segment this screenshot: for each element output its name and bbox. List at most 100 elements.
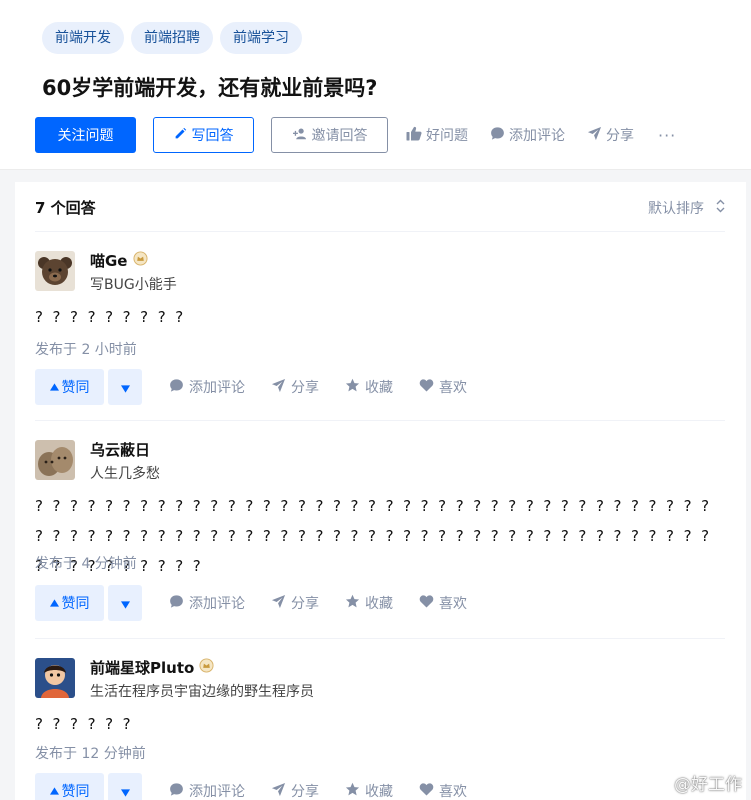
- author-name-text: 喵Ge: [90, 252, 128, 270]
- comment-button[interactable]: 添加评论: [169, 781, 245, 800]
- collect-label: 收藏: [365, 596, 393, 612]
- answer-content: ? ? ? ? ? ?: [35, 715, 134, 733]
- invite-answer-label: 邀请回答: [311, 128, 368, 144]
- sort-label: 默认排序: [648, 201, 704, 217]
- sort-arrows-icon: [716, 199, 725, 217]
- like-button[interactable]: 喜欢: [419, 377, 467, 397]
- star-icon: [345, 782, 360, 800]
- share-button[interactable]: 分享: [271, 593, 319, 613]
- like-label: 喜欢: [439, 596, 467, 612]
- share-button[interactable]: 分享: [587, 125, 634, 145]
- upvote-label: 赞同: [61, 784, 90, 800]
- upvote-button[interactable]: 赞同: [35, 585, 104, 621]
- add-comment-button[interactable]: 添加评论: [490, 125, 565, 145]
- triangle-up-icon: [49, 379, 59, 395]
- question-actions: 关注问题 写回答 邀请回答 好问题 添加评论 分享 ···: [35, 117, 676, 153]
- good-question-button[interactable]: 好问题: [406, 125, 468, 145]
- paper-plane-icon: [271, 782, 286, 800]
- answer-actions: 赞同 添加评论 分享 收藏 喜欢: [35, 773, 467, 800]
- avatar[interactable]: [35, 251, 75, 291]
- add-user-icon: [292, 127, 307, 144]
- author-name[interactable]: 喵Ge: [90, 250, 148, 271]
- share-label: 分享: [606, 128, 634, 144]
- write-answer-button[interactable]: 写回答: [153, 117, 254, 153]
- answer-content: ? ? ? ? ? ? ? ? ?: [35, 308, 186, 326]
- upvote-button[interactable]: 赞同: [35, 369, 104, 405]
- answers-header: 7 个回答 默认排序: [35, 182, 725, 232]
- share-label: 分享: [291, 784, 319, 800]
- weibo-icon: [646, 771, 670, 795]
- write-answer-label: 写回答: [191, 128, 234, 144]
- pencil-icon: [174, 127, 187, 144]
- badge-icon: [199, 658, 214, 677]
- good-question-label: 好问题: [426, 128, 468, 144]
- like-label: 喜欢: [439, 380, 467, 396]
- comment-label: 添加评论: [189, 380, 245, 396]
- question-title[interactable]: 60岁学前端开发，还有就业前景吗?: [42, 72, 377, 102]
- badge-icon: [132, 251, 148, 270]
- upvote-label: 赞同: [61, 596, 90, 612]
- follow-question-label: 关注问题: [57, 128, 114, 144]
- answer-item: 前端星球Pluto 生活在程序员宇宙边缘的野生程序员 ? ? ? ? ? ? 发…: [35, 640, 725, 800]
- share-button[interactable]: 分享: [271, 781, 319, 800]
- share-button[interactable]: 分享: [271, 377, 319, 397]
- author-bio: 人生几多愁: [90, 466, 160, 482]
- follow-question-button[interactable]: 关注问题: [35, 117, 136, 153]
- star-icon: [345, 378, 360, 397]
- invite-answer-button[interactable]: 邀请回答: [271, 117, 388, 153]
- thumbs-up-icon: [406, 126, 422, 145]
- heart-icon: [419, 782, 434, 800]
- comment-button[interactable]: 添加评论: [169, 377, 245, 397]
- author-bio: 生活在程序员宇宙边缘的野生程序员: [90, 684, 314, 700]
- paper-plane-icon: [587, 126, 602, 145]
- topic-tag[interactable]: 前端招聘: [131, 22, 213, 54]
- downvote-button[interactable]: [108, 585, 142, 621]
- comment-icon: [490, 126, 505, 145]
- like-button[interactable]: 喜欢: [419, 593, 467, 613]
- watermark-text: @好工作: [674, 775, 742, 795]
- share-label: 分享: [291, 596, 319, 612]
- downvote-button[interactable]: [108, 773, 142, 800]
- collect-label: 收藏: [365, 784, 393, 800]
- paper-plane-icon: [271, 594, 286, 613]
- collect-button[interactable]: 收藏: [345, 593, 393, 613]
- answer-actions: 赞同 添加评论 分享 收藏 喜欢: [35, 369, 467, 405]
- comment-icon: [169, 378, 184, 397]
- triangle-up-icon: [49, 783, 59, 799]
- avatar[interactable]: [35, 440, 75, 480]
- answer-actions: 赞同 添加评论 分享 收藏 喜欢: [35, 585, 467, 621]
- add-comment-label: 添加评论: [509, 128, 565, 144]
- heart-icon: [419, 594, 434, 612]
- more-icon[interactable]: ···: [658, 126, 676, 145]
- downvote-button[interactable]: [108, 369, 142, 405]
- watermark: @好工作: [646, 770, 742, 795]
- triangle-down-icon: [120, 594, 130, 613]
- answer-item: 乌云蔽日 人生几多愁 ? ? ? ? ? ? ? ? ? ? ? ? ? ? ?…: [35, 422, 725, 639]
- author-bio: 写BUG小能手: [90, 277, 177, 293]
- comment-icon: [169, 594, 184, 613]
- sort-dropdown[interactable]: 默认排序: [648, 198, 725, 218]
- answer-time[interactable]: 发布于 12 分钟前: [35, 743, 146, 763]
- triangle-down-icon: [120, 378, 130, 397]
- avatar[interactable]: [35, 658, 75, 698]
- topic-tag[interactable]: 前端学习: [220, 22, 302, 54]
- collect-button[interactable]: 收藏: [345, 377, 393, 397]
- author-name[interactable]: 前端星球Pluto: [90, 657, 214, 678]
- triangle-down-icon: [120, 782, 130, 800]
- collect-button[interactable]: 收藏: [345, 781, 393, 800]
- answer-time[interactable]: 发布于 4 分钟前: [35, 553, 137, 573]
- author-name[interactable]: 乌云蔽日: [90, 439, 150, 460]
- author-name-text: 前端星球Pluto: [90, 659, 195, 677]
- like-button[interactable]: 喜欢: [419, 781, 467, 800]
- answer-content: ? ? ? ? ? ? ? ? ? ? ? ? ? ? ? ? ? ? ? ? …: [35, 497, 719, 575]
- topic-list: 前端开发 前端招聘 前端学习: [42, 22, 302, 54]
- question-card: 前端开发 前端招聘 前端学习 60岁学前端开发，还有就业前景吗? 关注问题 写回…: [0, 0, 751, 170]
- comment-label: 添加评论: [189, 784, 245, 800]
- author-name-text: 乌云蔽日: [90, 441, 151, 459]
- upvote-button[interactable]: 赞同: [35, 773, 104, 800]
- comment-button[interactable]: 添加评论: [169, 593, 245, 613]
- paper-plane-icon: [271, 378, 286, 397]
- answer-time[interactable]: 发布于 2 小时前: [35, 339, 137, 359]
- topic-tag[interactable]: 前端开发: [42, 22, 124, 54]
- comment-icon: [169, 782, 184, 800]
